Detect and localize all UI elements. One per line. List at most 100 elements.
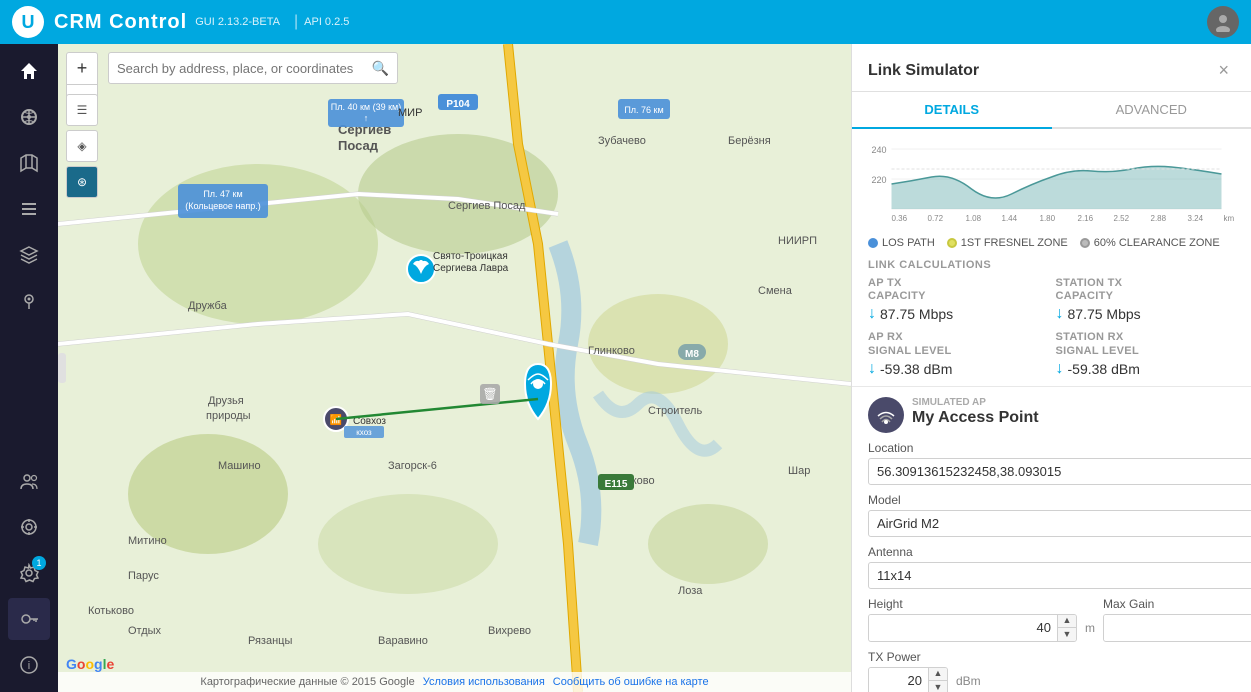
sidebar-item-key[interactable] — [8, 598, 50, 640]
calc-ap-tx-capacity-value: ↓ 87.75 Mbps — [868, 305, 1048, 323]
los-dot — [868, 238, 878, 248]
svg-text:Зубачево: Зубачево — [598, 135, 646, 147]
sidebar-item-home[interactable] — [8, 50, 50, 92]
panel-resize-handle[interactable] — [58, 353, 66, 383]
svg-text:Посад: Посад — [338, 138, 379, 153]
calc-station-tx-capacity: STATION TXCAPACITY ↓ 87.75 Mbps — [1056, 277, 1236, 323]
map-background: Сергиев Посад Сергиев Посад Дружба Друзь… — [58, 44, 851, 692]
map-poi-button[interactable]: ⊛ — [66, 166, 98, 198]
svg-text:Строитель: Строитель — [648, 405, 702, 417]
map-layer-controls: ☰ ◈ ⊛ — [66, 94, 98, 198]
ap-gain-input[interactable] — [1104, 615, 1251, 640]
simulated-devices: SIMULATED AP My Access Point Location Mo… — [852, 386, 1251, 692]
map-layer-button[interactable]: ☰ — [66, 94, 98, 126]
svg-text:Пл. 40 км (39 км): Пл. 40 км (39 км) — [331, 102, 402, 112]
map-report-link[interactable]: Сообщить об ошибке на карте — [553, 676, 709, 688]
ap-antenna-input[interactable] — [868, 562, 1251, 589]
svg-text:МИР: МИР — [398, 107, 422, 119]
sidebar-item-info[interactable]: i — [8, 644, 50, 686]
main-layout: 1 i — [0, 44, 1251, 692]
arrow-down-icon-3: ↓ — [868, 360, 876, 378]
svg-text:0.72: 0.72 — [928, 214, 944, 223]
svg-text:Загорск-6: Загорск-6 — [388, 460, 437, 472]
ap-txpower-input[interactable] — [869, 668, 928, 692]
calc-ap-tx-capacity-label: AP TXCAPACITY — [868, 277, 1048, 303]
svg-text:Друзья: Друзья — [208, 395, 244, 407]
sidebar-item-list[interactable] — [8, 188, 50, 230]
left-sidebar: 1 i — [0, 44, 58, 692]
ap-height-gain-row: Height ▲ ▼ m — [868, 597, 1251, 642]
ap-device-type: SIMULATED AP — [912, 397, 1039, 408]
svg-text:🗑: 🗑 — [482, 387, 497, 401]
ap-txpower-stepper-btns: ▲ ▼ — [928, 668, 947, 692]
sim-ap-device: SIMULATED AP My Access Point Location Mo… — [868, 397, 1251, 692]
ap-height-up[interactable]: ▲ — [1058, 615, 1076, 628]
ap-location-input[interactable] — [868, 458, 1251, 485]
ap-gain-label: Max Gain — [1103, 597, 1251, 611]
svg-text:2.88: 2.88 — [1151, 214, 1167, 223]
ap-height-input[interactable] — [869, 615, 1057, 640]
calc-ap-rx-signal-value: ↓ -59.38 dBm — [868, 360, 1048, 378]
calc-station-tx-capacity-label: STATION TXCAPACITY — [1056, 277, 1236, 303]
svg-text:Глинково: Глинково — [588, 345, 635, 357]
legend-fresnel: 1ST FRESNEL ZONE — [947, 237, 1068, 249]
ap-txpower-down[interactable]: ▼ — [929, 681, 947, 692]
ap-model-label: Model — [868, 493, 1251, 507]
panel-close-button[interactable]: × — [1212, 58, 1235, 83]
svg-text:0.36: 0.36 — [892, 214, 908, 223]
svg-text:3.24: 3.24 — [1188, 214, 1204, 223]
ap-height-unit: m — [1085, 621, 1095, 635]
svg-text:Вихрево: Вихрево — [488, 625, 531, 637]
ap-gain-group: Max Gain ▲ ▼ dBi — [1103, 597, 1251, 642]
elevation-chart: 240 220 0.36 0 — [868, 139, 1235, 229]
sidebar-item-map[interactable] — [8, 142, 50, 184]
svg-text:Парус: Парус — [128, 570, 159, 582]
ap-height-down[interactable]: ▼ — [1058, 628, 1076, 641]
chart-area: 240 220 0.36 0 — [852, 129, 1251, 233]
map-copyright: Картографические данные © 2015 Google — [200, 676, 414, 688]
sidebar-item-poi[interactable] — [8, 280, 50, 322]
legend-los-label: LOS PATH — [882, 237, 935, 249]
ap-device-name: My Access Point — [912, 408, 1039, 427]
ap-gain-stepper: ▲ ▼ — [1103, 614, 1251, 642]
svg-text:2.16: 2.16 — [1078, 214, 1094, 223]
svg-text:Варавино: Варавино — [378, 635, 428, 647]
svg-text:220: 220 — [872, 175, 887, 185]
right-panel: Link Simulator × DETAILS ADVANCED 240 22… — [851, 44, 1251, 692]
map-area[interactable]: Сергиев Посад Сергиев Посад Дружба Друзь… — [58, 44, 851, 692]
sidebar-item-target[interactable] — [8, 506, 50, 548]
ap-model-input[interactable] — [868, 510, 1251, 537]
chart-legend: LOS PATH 1ST FRESNEL ZONE 60% CLEARANCE … — [852, 233, 1251, 255]
ap-txpower-up[interactable]: ▲ — [929, 668, 947, 681]
panel-title: Link Simulator — [868, 62, 979, 80]
search-input[interactable] — [117, 61, 372, 76]
search-icon: 🔍 — [372, 60, 389, 77]
tab-advanced[interactable]: ADVANCED — [1052, 92, 1251, 129]
sidebar-item-layers[interactable] — [8, 234, 50, 276]
svg-text:НИИРП: НИИРП — [778, 235, 817, 247]
map-stack-button[interactable]: ◈ — [66, 130, 98, 162]
svg-text:1.08: 1.08 — [966, 214, 982, 223]
app-api: API 0.2.5 — [304, 16, 349, 28]
user-avatar[interactable] — [1207, 6, 1239, 38]
ap-height-group: Height ▲ ▼ m — [868, 597, 1095, 642]
zoom-in-button[interactable]: + — [66, 52, 98, 84]
sidebar-item-network[interactable] — [8, 96, 50, 138]
tab-details[interactable]: DETAILS — [852, 92, 1052, 129]
settings-badge: 1 — [32, 556, 46, 570]
calc-station-tx-capacity-value: ↓ 87.75 Mbps — [1056, 305, 1236, 323]
sidebar-item-settings[interactable]: 1 — [8, 552, 50, 594]
sidebar-item-users[interactable] — [8, 460, 50, 502]
svg-text:Котьково: Котьково — [88, 605, 134, 617]
map-terms-link[interactable]: Условия использования — [423, 676, 545, 688]
link-calc-label: LINK CALCULATIONS — [868, 259, 1235, 271]
link-calc-grid: AP TXCAPACITY ↓ 87.75 Mbps STATION TXCAP… — [868, 277, 1235, 378]
ubiquiti-logo: U — [12, 6, 44, 38]
panel-tabs: DETAILS ADVANCED — [852, 92, 1251, 129]
svg-text:1.80: 1.80 — [1040, 214, 1056, 223]
sim-ap-header: SIMULATED AP My Access Point — [868, 397, 1251, 433]
svg-text:Митино: Митино — [128, 535, 167, 547]
svg-text:↑: ↑ — [364, 113, 369, 123]
legend-los: LOS PATH — [868, 237, 935, 249]
svg-text:кхоз: кхоз — [356, 428, 372, 437]
